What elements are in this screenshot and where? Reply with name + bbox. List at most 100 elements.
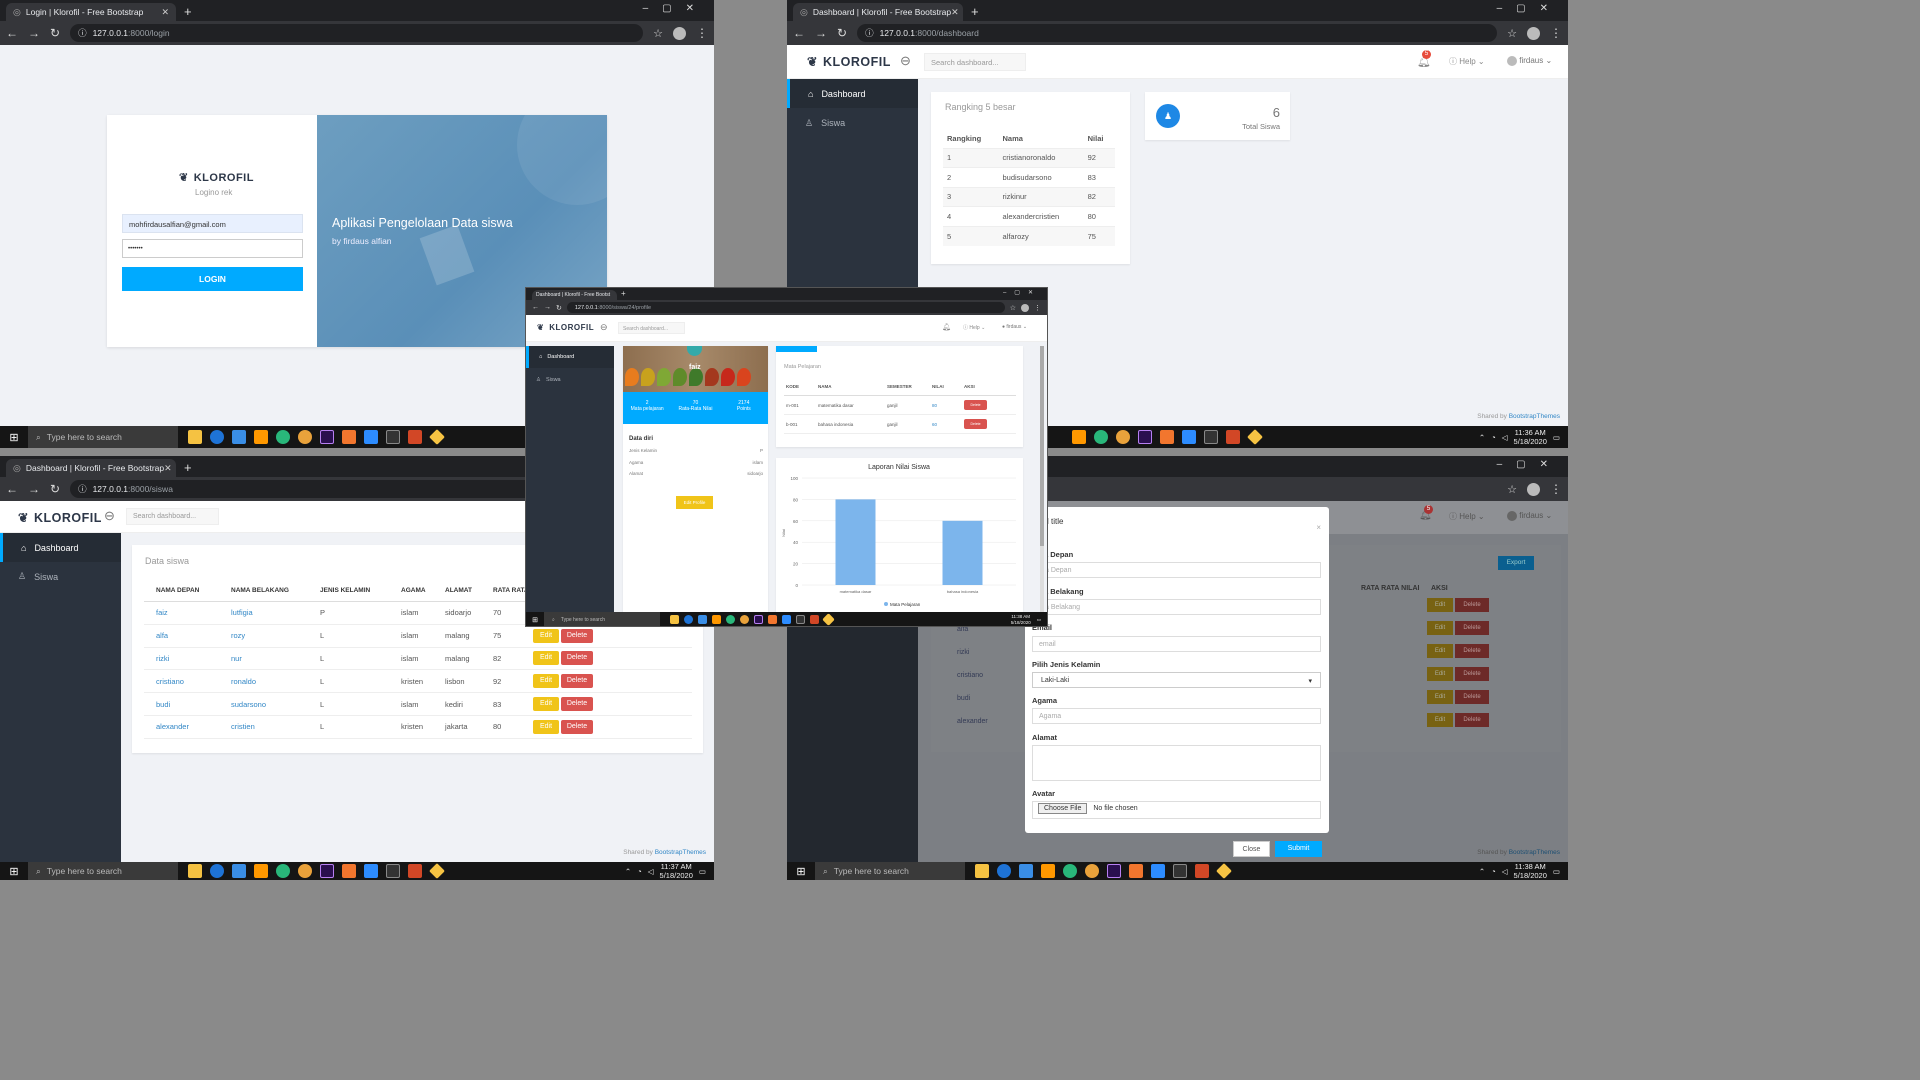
start-button[interactable]: ⊞	[0, 865, 28, 878]
premiere-icon[interactable]	[320, 430, 334, 444]
window-controls[interactable]: –▢✕	[1497, 3, 1562, 14]
new-tab-icon[interactable]: +	[184, 460, 192, 475]
notifications-icon[interactable]: ▭	[1553, 867, 1560, 876]
siswa-name-link[interactable]: alfa	[144, 631, 219, 640]
scrollbar[interactable]	[1040, 346, 1044, 612]
notification-bell[interactable]: 🔔︎	[942, 323, 951, 331]
sidebar-item-dashboard[interactable]: ⌂ Dashboard	[526, 346, 614, 368]
field-nama-depan-input[interactable]: a Depan	[1032, 562, 1321, 578]
chrome-icon[interactable]	[740, 615, 749, 624]
toggle-sidebar-icon[interactable]: ⊖	[600, 322, 608, 333]
mail-icon[interactable]	[232, 864, 246, 878]
profile-avatar[interactable]	[1021, 303, 1029, 312]
clock[interactable]: 11:37 AM 5/18/2020	[660, 862, 693, 880]
siswa-name-link[interactable]: budi	[144, 700, 219, 709]
app-icon[interactable]	[796, 615, 805, 624]
xampp-icon[interactable]	[768, 615, 777, 624]
app-icon[interactable]	[386, 430, 400, 444]
edit-profile-button[interactable]: Edit Profile	[676, 496, 713, 509]
menu-dots-icon[interactable]: ⋮	[696, 26, 708, 40]
siswa-name-link[interactable]: cristien	[219, 722, 308, 731]
add-mapel-button[interactable]	[776, 346, 817, 352]
browser-tab[interactable]: ◎ Dashboard | Klorofil - Free Bootstrap ✕	[6, 459, 176, 477]
search-input[interactable]: Search dashboard...	[618, 322, 685, 334]
bookmark-star-icon[interactable]: ☆	[1010, 304, 1016, 312]
field-nama-belakang-input[interactable]: a Belakang	[1032, 599, 1321, 615]
tray-chevron-icon[interactable]: ⌃	[625, 867, 631, 876]
file-explorer-icon[interactable]	[188, 430, 202, 444]
delete-button[interactable]: Delete	[561, 719, 593, 734]
user-menu[interactable]: firdaus ⌄	[1507, 56, 1552, 66]
browser-tab[interactable]: ◎ Login | Klorofil - Free Bootstrap ✕	[6, 3, 176, 21]
gender-select[interactable]: Laki-Laki ▾	[1032, 672, 1321, 688]
zoom-icon[interactable]	[364, 864, 378, 878]
user-menu[interactable]: ● firdaus ⌄	[1002, 324, 1027, 330]
help-menu[interactable]: ⓘ Help ⌄	[1449, 56, 1485, 67]
start-button[interactable]: ⊞	[787, 865, 815, 878]
gitkraken-icon[interactable]	[276, 430, 290, 444]
siswa-name-link[interactable]: faiz	[144, 608, 219, 617]
help-menu[interactable]: ⓘ Help ⌄	[963, 324, 985, 331]
app-icon[interactable]	[1204, 430, 1218, 444]
forward-icon[interactable]: →	[544, 304, 551, 311]
sidebar-item-dashboard[interactable]: ⌂ Dashboard	[787, 79, 918, 108]
close-button[interactable]: Close	[1233, 841, 1270, 857]
edge-icon[interactable]	[684, 615, 693, 624]
sublime-icon[interactable]	[1072, 430, 1086, 444]
taskbar-search[interactable]: ⌕ Type here to search	[28, 426, 178, 448]
sublime-icon[interactable]	[712, 615, 721, 624]
new-tab-icon[interactable]: +	[621, 289, 626, 298]
sublime-icon[interactable]	[254, 864, 268, 878]
chrome-icon[interactable]	[298, 430, 312, 444]
siswa-name-link[interactable]: sudarsono	[219, 700, 308, 709]
powerpoint-icon[interactable]	[1195, 864, 1209, 878]
delete-button[interactable]: Delete	[964, 400, 987, 410]
profile-avatar[interactable]	[1527, 26, 1540, 40]
delete-button[interactable]: Delete	[561, 628, 593, 643]
edit-button[interactable]: Edit	[533, 651, 559, 666]
powerpoint-icon[interactable]	[408, 864, 422, 878]
notification-bell[interactable]: 🔔︎ 5	[1419, 505, 1433, 521]
close-tab-icon[interactable]: ✕	[164, 463, 172, 474]
profile-avatar[interactable]	[1527, 482, 1540, 496]
delete-button[interactable]: Delete	[964, 419, 987, 429]
sidebar-item-siswa[interactable]: ♙ Siswa	[0, 562, 121, 591]
profile-avatar[interactable]	[673, 26, 686, 40]
kite-icon[interactable]	[429, 863, 445, 879]
edge-icon[interactable]	[997, 864, 1011, 878]
reload-icon[interactable]: ↻	[50, 26, 60, 40]
start-button[interactable]: ⊞	[526, 616, 544, 624]
modal-close-icon[interactable]: ×	[1316, 523, 1321, 532]
siswa-name-link[interactable]: lutfigia	[219, 608, 308, 617]
premiere-icon[interactable]	[1138, 430, 1152, 444]
kite-icon[interactable]	[429, 429, 445, 445]
sidebar-item-siswa[interactable]: ♙ Siswa	[526, 368, 614, 392]
chrome-icon[interactable]	[1085, 864, 1099, 878]
edge-icon[interactable]	[210, 430, 224, 444]
forward-icon[interactable]: →	[28, 26, 40, 40]
back-icon[interactable]: ←	[532, 304, 539, 311]
email-input[interactable]: mohfirdausalfian@gmail.com	[122, 214, 303, 233]
close-tab-icon[interactable]: ✕	[951, 7, 959, 18]
notification-bell[interactable]: 🔔︎ 5	[1417, 50, 1431, 68]
url-field[interactable]: ⓘ 127.0.0.1:8000/login	[70, 24, 644, 42]
scrollbar-thumb[interactable]	[1040, 346, 1044, 546]
file-explorer-icon[interactable]	[975, 864, 989, 878]
clock[interactable]: 11:36 AM 5/18/2020	[1514, 428, 1547, 446]
menu-dots-icon[interactable]: ⋮	[1034, 304, 1041, 312]
app-icon[interactable]	[1173, 864, 1187, 878]
start-button[interactable]: ⊞	[0, 431, 28, 444]
xampp-icon[interactable]	[1160, 430, 1174, 444]
network-icon[interactable]: ◔	[1491, 867, 1496, 876]
tray-chevron-icon[interactable]: ⌃	[1479, 867, 1485, 876]
taskbar-search[interactable]: ⌕ Type here to search	[28, 862, 178, 880]
delete-button[interactable]: Delete	[561, 674, 593, 689]
url-field[interactable]: ⓘ 127.0.0.1:8000/dashboard	[857, 24, 1498, 42]
zoom-icon[interactable]	[1151, 864, 1165, 878]
chrome-icon[interactable]	[1116, 430, 1130, 444]
powerpoint-icon[interactable]	[810, 615, 819, 624]
kite-icon[interactable]	[822, 613, 835, 626]
file-explorer-icon[interactable]	[188, 864, 202, 878]
zoom-icon[interactable]	[364, 430, 378, 444]
siswa-name-link[interactable]: ronaldo	[219, 677, 308, 686]
